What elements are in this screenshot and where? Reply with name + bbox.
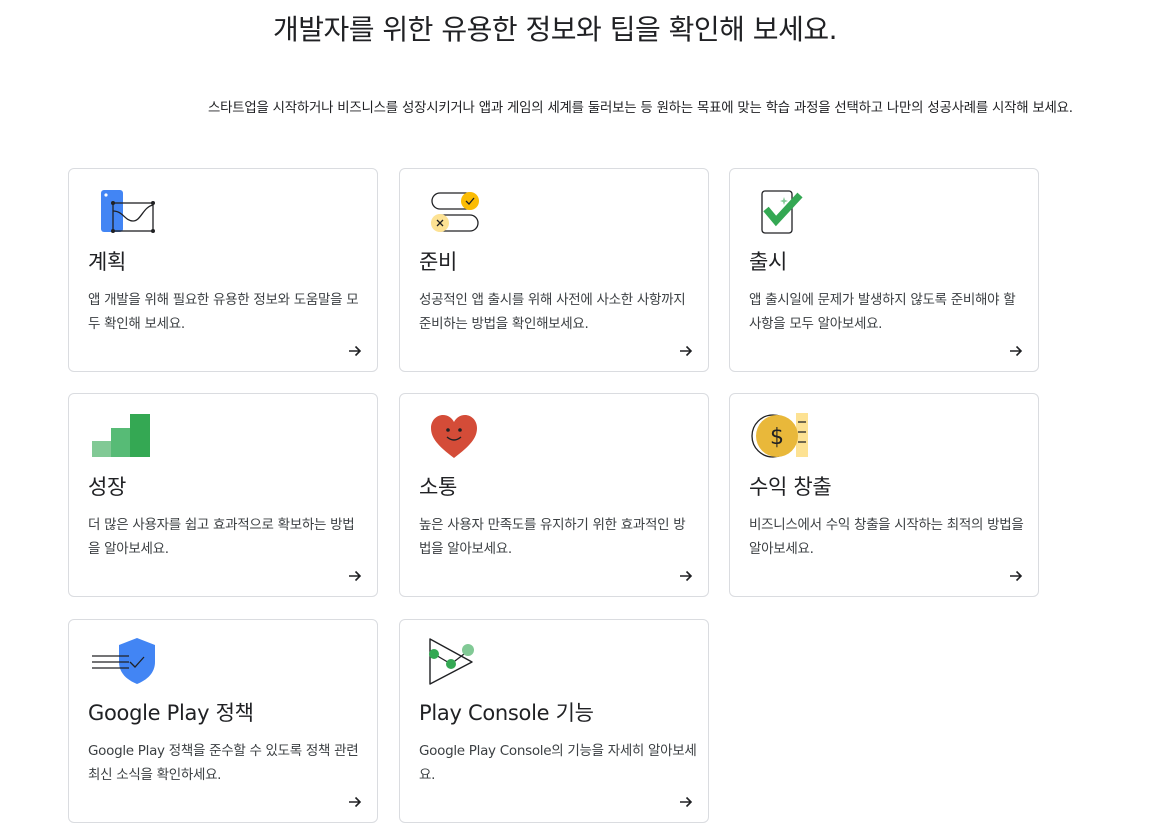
growth-icon — [92, 414, 150, 457]
card-description: 성공적인 앱 출시를 위해 사전에 사소한 사항까지 준비하는 방법을 확인해보… — [419, 292, 686, 332]
page-title: 개발자를 위한 유용한 정보와 팁을 확인해 보세요. — [272, 13, 838, 46]
card-monetize[interactable]: $ 수익 창출 비즈니스에서 수익 창출을 시작하는 최적의 방법을 알아보세요… — [729, 393, 1039, 597]
card-play-console[interactable]: Play Console 기능 Google Play Console의 기능을… — [399, 619, 709, 823]
arrow-right-icon[interactable] — [1008, 343, 1024, 359]
card-prepare[interactable]: 준비 성공적인 앱 출시를 위해 사전에 사소한 사항까지 준비하는 방법을 확… — [399, 168, 709, 372]
page-subtitle: 스타트업을 시작하거나 비즈니스를 성장시키거나 앱과 게임의 세계를 둘러보는… — [208, 101, 1073, 116]
card-title: Play Console 기능 — [419, 701, 594, 725]
heart-icon — [431, 415, 477, 458]
card-title: Google Play 정책 — [88, 701, 254, 725]
arrow-right-icon[interactable] — [347, 794, 363, 810]
card-launch[interactable]: 출시 앱 출시일에 문제가 발생하지 않도록 준비해야 할 사항을 모두 알아보… — [729, 168, 1039, 372]
card-growth[interactable]: 성장 더 많은 사용자를 쉽고 효과적으로 확보하는 방법을 알아보세요. — [68, 393, 378, 597]
prepare-icon — [431, 192, 479, 232]
shield-icon — [92, 638, 155, 684]
card-title: 준비 — [419, 250, 458, 274]
card-title: 소통 — [419, 475, 458, 499]
card-description: 높은 사용자 만족도를 유지하기 위한 효과적인 방법을 알아보세요. — [419, 517, 686, 557]
card-description: Google Play Console의 기능을 자세히 알아보세요. — [419, 743, 697, 783]
card-title: 계획 — [88, 250, 127, 274]
card-description: 더 많은 사용자를 쉽고 효과적으로 확보하는 방법을 알아보세요. — [88, 517, 355, 557]
card-description: 비즈니스에서 수익 창출을 시작하는 최적의 방법을 알아보세요. — [749, 517, 1024, 557]
play-console-icon — [429, 638, 474, 685]
card-title: 성장 — [88, 475, 127, 499]
svg-text:$: $ — [770, 425, 784, 450]
launch-icon — [761, 190, 803, 234]
arrow-right-icon[interactable] — [678, 794, 694, 810]
card-title: 수익 창출 — [749, 475, 832, 499]
card-engage[interactable]: 소통 높은 사용자 만족도를 유지하기 위한 효과적인 방법을 알아보세요. — [399, 393, 709, 597]
card-description: 앱 출시일에 문제가 발생하지 않도록 준비해야 할 사항을 모두 알아보세요. — [749, 292, 1016, 332]
card-policy[interactable]: Google Play 정책 Google Play 정책을 준수할 수 있도록… — [68, 619, 378, 823]
coin-icon: $ — [751, 413, 808, 458]
card-description: Google Play 정책을 준수할 수 있도록 정책 관련 최신 소식을 확… — [88, 743, 359, 783]
arrow-right-icon[interactable] — [678, 343, 694, 359]
planning-icon — [101, 190, 155, 233]
arrow-right-icon[interactable] — [347, 343, 363, 359]
arrow-right-icon[interactable] — [678, 568, 694, 584]
arrow-right-icon[interactable] — [1008, 568, 1024, 584]
card-description: 앱 개발을 위해 필요한 유용한 정보와 도움말을 모두 확인해 보세요. — [88, 292, 359, 332]
card-planning[interactable]: 계획 앱 개발을 위해 필요한 유용한 정보와 도움말을 모두 확인해 보세요. — [68, 168, 378, 372]
arrow-right-icon[interactable] — [347, 568, 363, 584]
card-title: 출시 — [749, 250, 788, 274]
